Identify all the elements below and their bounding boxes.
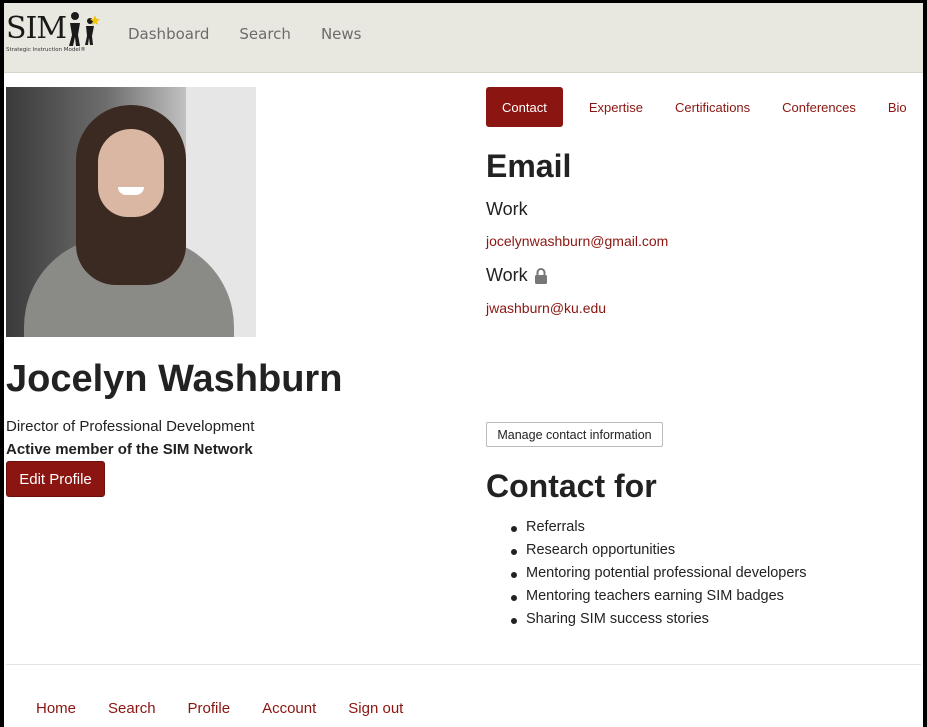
contact-for-heading: Contact for bbox=[486, 468, 657, 504]
private-email-label: Work bbox=[486, 265, 548, 286]
list-item: Research opportunities bbox=[511, 542, 807, 565]
email-heading: Email bbox=[486, 148, 572, 184]
manage-contact-button[interactable]: Manage contact information bbox=[486, 422, 663, 447]
footer-nav: Home Search Profile Account Sign out bbox=[36, 700, 403, 717]
tab-contact[interactable]: Contact bbox=[486, 87, 563, 127]
footer-account-link[interactable]: Account bbox=[262, 700, 316, 717]
profile-name: Jocelyn Washburn bbox=[6, 358, 343, 400]
profile-role: Director of Professional Development bbox=[6, 418, 255, 435]
footer-divider bbox=[6, 664, 921, 665]
private-email-label-text: Work bbox=[486, 265, 528, 285]
profile-photo bbox=[6, 87, 256, 337]
footer-home-link[interactable]: Home bbox=[36, 700, 76, 717]
contact-for-list: Referrals Research opportunities Mentori… bbox=[511, 519, 807, 634]
footer-search-link[interactable]: Search bbox=[108, 700, 156, 717]
profile-tabs: Contact Expertise Certifications Confere… bbox=[486, 87, 923, 127]
top-navbar: SIM Strategic Instruction Model® Dashboa… bbox=[4, 3, 923, 73]
edit-profile-button[interactable]: Edit Profile bbox=[6, 461, 105, 497]
list-item: Mentoring potential professional develop… bbox=[511, 565, 807, 588]
list-item: Sharing SIM success stories bbox=[511, 611, 807, 634]
footer-profile-link[interactable]: Profile bbox=[188, 700, 231, 717]
work-email-link[interactable]: jocelynwashburn@gmail.com bbox=[486, 233, 668, 249]
logo-figures-icon bbox=[69, 12, 100, 46]
tab-bio[interactable]: Bio bbox=[872, 87, 923, 127]
page-frame: SIM Strategic Instruction Model® Dashboa… bbox=[4, 3, 923, 727]
list-item: Referrals bbox=[511, 519, 807, 542]
lock-icon bbox=[534, 267, 547, 284]
nav-news[interactable]: News bbox=[321, 25, 362, 43]
top-nav: Dashboard Search News bbox=[128, 25, 361, 43]
nav-dashboard[interactable]: Dashboard bbox=[128, 25, 209, 43]
list-item: Mentoring teachers earning SIM badges bbox=[511, 588, 807, 611]
sim-logo[interactable]: SIM Strategic Instruction Model® bbox=[6, 9, 106, 63]
private-email-link[interactable]: jwashburn@ku.edu bbox=[486, 300, 606, 316]
tab-certifications[interactable]: Certifications bbox=[659, 87, 766, 127]
tab-conferences[interactable]: Conferences bbox=[766, 87, 872, 127]
tab-expertise[interactable]: Expertise bbox=[573, 87, 659, 127]
membership-status: Active member of the SIM Network bbox=[6, 441, 253, 458]
nav-search[interactable]: Search bbox=[239, 25, 291, 43]
footer-signout-link[interactable]: Sign out bbox=[348, 700, 403, 717]
work-email-label: Work bbox=[486, 199, 528, 219]
logo-tagline: Strategic Instruction Model® bbox=[6, 47, 86, 53]
logo-text: SIM bbox=[6, 11, 67, 46]
